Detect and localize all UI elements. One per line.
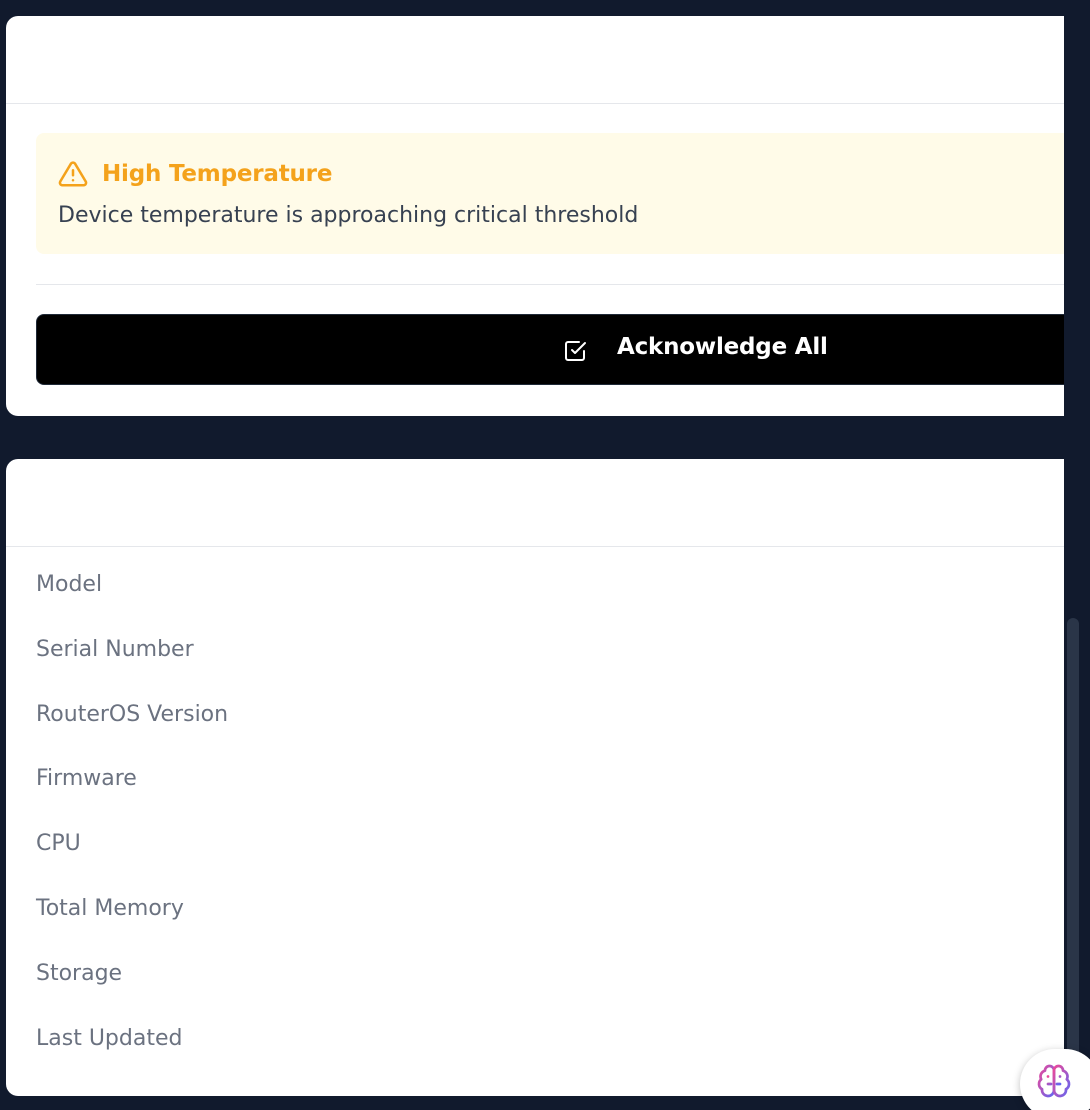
info-row-storage: Storage — [36, 960, 123, 986]
info-row-routeros-version: RouterOS Version — [36, 701, 229, 727]
info-row-model: Model — [36, 572, 103, 597]
alert-high-temperature: High Temperature Device temperature is a… — [36, 133, 1086, 254]
assistant-button[interactable] — [1020, 1049, 1090, 1110]
device-info-card-header — [6, 459, 1086, 547]
alerts-card: High Temperature Device temperature is a… — [6, 16, 1086, 416]
info-row-last-updated: Last Updated — [36, 1025, 183, 1051]
warning-triangle-icon — [58, 159, 88, 189]
page: High Temperature Device temperature is a… — [0, 0, 1090, 1110]
info-row-total-memory: Total Memory — [36, 895, 184, 921]
info-row-firmware: Firmware — [36, 766, 137, 792]
alert-title-row: High Temperature — [58, 159, 332, 189]
acknowledge-all-label: Acknowledge All — [617, 334, 828, 360]
alert-title: High Temperature — [102, 161, 333, 187]
info-row-cpu: CPU — [36, 831, 81, 857]
alert-message: Device temperature is approaching critic… — [58, 203, 639, 228]
checkbox-icon — [563, 339, 587, 363]
acknowledge-all-button[interactable]: Acknowledge All — [36, 314, 1086, 385]
scrollbar-thumb[interactable] — [1067, 618, 1079, 1110]
device-info-card: Model Serial Number RouterOS Version Fir… — [6, 459, 1086, 1096]
device-info-list: Model Serial Number RouterOS Version Fir… — [36, 574, 228, 1092]
alerts-card-header — [6, 16, 1086, 104]
brain-icon — [1036, 1063, 1072, 1099]
info-row-serial-number: Serial Number — [36, 636, 194, 662]
alerts-divider — [36, 284, 1086, 285]
